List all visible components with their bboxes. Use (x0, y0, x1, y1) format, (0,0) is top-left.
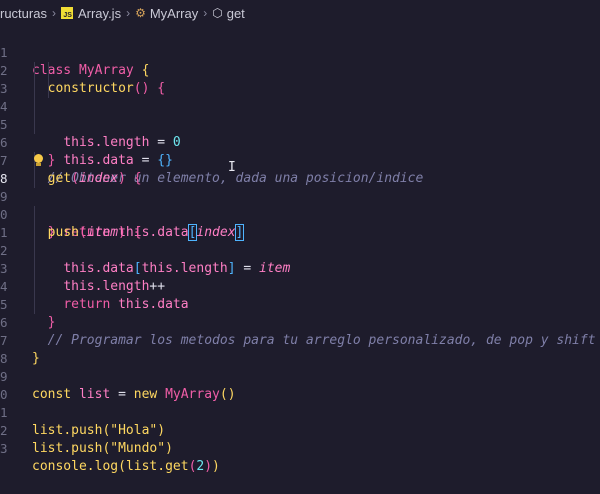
code-line: 2 constructor() { (0, 44, 600, 96)
text-cursor-icon: I (228, 160, 236, 175)
indent-guide (34, 98, 35, 116)
indent-guide (34, 260, 35, 278)
code-line: 5 // Programar los metodos para tu arreg… (0, 278, 600, 348)
code-text: list.push("Mundo") (32, 441, 173, 456)
breadcrumb-file[interactable]: JS Array.js (60, 6, 121, 21)
indent-guide (34, 80, 35, 98)
code-line: 3 return this.data (0, 242, 600, 312)
code-line: 0 push(item) { (0, 188, 600, 240)
code-editor[interactable]: 1 class MyArray { 2 constructor() { 3 th… (0, 26, 600, 484)
code-line: 5 } (0, 98, 600, 168)
code-line: 2 this.length++ (0, 224, 600, 294)
breadcrumb-folder[interactable]: ructuras (0, 6, 47, 21)
javascript-file-icon: JS (60, 7, 73, 19)
indent-guide (34, 296, 35, 314)
code-line: 1 list.push("Hola") (0, 386, 600, 438)
indent-guide (34, 224, 35, 242)
code-line: 3 this.length = 0 (0, 62, 600, 150)
code-line-active: 8 return this.data[index] (0, 152, 600, 241)
code-line: 0 (0, 368, 600, 402)
indent-guide (34, 278, 35, 296)
code-line: 7 get(index) { (0, 134, 600, 186)
chevron-right-icon: › (203, 6, 208, 20)
lightbulb-icon[interactable] (34, 154, 43, 167)
line-number: 3 (0, 441, 8, 456)
breadcrumb: ructuras › JS Array.js › ⚙ MyArray › ⬡ g… (0, 0, 600, 26)
class-symbol-icon: ⚙ (135, 6, 146, 20)
code-line: 9 } (0, 170, 600, 240)
code-line: 9 const list = new MyArray() (0, 350, 600, 402)
code-line: 1 this.data[this.length] = item (0, 206, 600, 276)
code-line: 4 this.data = {} (0, 80, 600, 168)
chevron-right-icon: › (126, 6, 131, 20)
indent-guide (34, 242, 35, 260)
code-line: 7 } (0, 314, 600, 366)
code-line: 3 console.log(list.get(2)) (0, 422, 600, 474)
chevron-right-icon: › (51, 6, 56, 20)
code-line: 8 (0, 332, 600, 366)
breadcrumb-method[interactable]: ⬡ get (212, 6, 245, 21)
breadcrumb-class[interactable]: ⚙ MyArray (135, 6, 198, 21)
code-line: 2 list.push("Mundo") (0, 404, 600, 456)
code-line: 6 (0, 296, 600, 330)
indent-guide (34, 170, 35, 188)
code-line: 1 class MyArray { (0, 26, 600, 78)
indent-guide (34, 116, 35, 134)
indent-guide (34, 62, 35, 80)
indent-guide (48, 80, 49, 98)
code-line: 6 // Obtener un elemento, dada una posic… (0, 116, 600, 186)
method-symbol-icon: ⬡ (212, 6, 223, 20)
indent-guide (48, 62, 49, 80)
code-text: console.log(list.get(2)) (32, 459, 220, 474)
indent-guide (34, 206, 35, 224)
code-line: 4 } (0, 260, 600, 330)
